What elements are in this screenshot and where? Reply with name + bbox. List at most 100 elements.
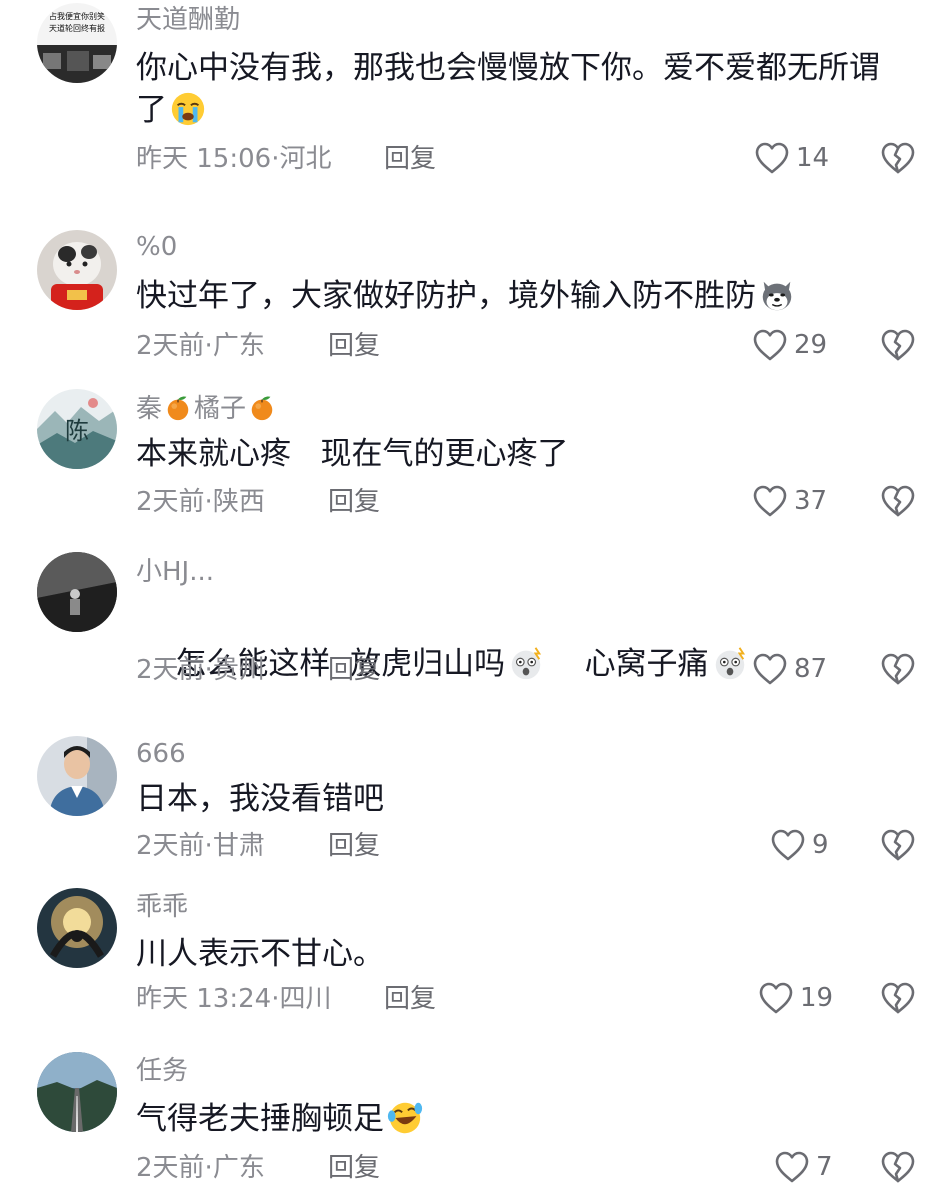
avatar[interactable]: [37, 230, 117, 310]
tangerine-emoji-icon: [164, 394, 192, 422]
husky-dog-emoji-icon: [762, 281, 792, 310]
comment-location: 陕西: [212, 487, 265, 517]
username-part-b: 橘子: [194, 394, 247, 424]
comment-text: 气得老夫捶胸顿足: [136, 1097, 424, 1141]
broken-heart-icon[interactable]: [880, 828, 916, 862]
comment-location: 广东: [212, 331, 265, 361]
username[interactable]: 666: [136, 738, 186, 770]
comment-text-continued: 了: [136, 88, 207, 132]
comment-text: 川人表示不甘心。: [136, 936, 384, 972]
broken-heart-icon[interactable]: [880, 1150, 916, 1184]
comment-meta: 2天前·甘肃: [136, 830, 265, 862]
avatar-caption-line2: 天道轮回终有报: [49, 23, 105, 33]
loudly-crying-emoji-icon: [171, 92, 205, 125]
heart-outline-icon: [770, 828, 806, 862]
like-button[interactable]: 29: [752, 328, 827, 362]
username[interactable]: 小HJ...: [136, 556, 214, 588]
comment-location: 贵州: [212, 655, 265, 685]
heart-outline-icon: [752, 484, 788, 518]
like-button[interactable]: 7: [774, 1150, 833, 1184]
like-button[interactable]: 14: [754, 141, 829, 175]
comment-time: 昨天 15:06: [136, 144, 272, 174]
like-count: 87: [794, 654, 828, 684]
comment-time: 2天前: [136, 1153, 205, 1183]
comment-meta: 2天前·广东: [136, 1152, 265, 1184]
avatar[interactable]: [37, 736, 117, 816]
comment-meta: 昨天 15:06·河北: [136, 143, 331, 175]
like-count: 14: [796, 143, 830, 173]
avatar[interactable]: [37, 1052, 117, 1132]
comment-text-line2: 了: [136, 92, 167, 128]
username[interactable]: %0: [136, 231, 177, 263]
meta-separator: ·: [204, 1153, 213, 1183]
meta-separator: ·: [204, 331, 213, 361]
comment-time: 2天前: [136, 655, 205, 685]
avatar-caption-line1: 占我便宜你别笑: [49, 11, 105, 21]
broken-heart-icon[interactable]: [880, 328, 916, 362]
like-button[interactable]: 19: [758, 981, 833, 1015]
reply-button[interactable]: 回复: [384, 143, 436, 175]
broken-heart-icon[interactable]: [880, 141, 916, 175]
broken-heart-icon[interactable]: [880, 981, 916, 1015]
comment-location: 广东: [212, 1153, 265, 1183]
comment-location: 河北: [279, 144, 332, 174]
avatar[interactable]: [37, 552, 117, 632]
comment-text-body: 快过年了，大家做好防护，境外输入防不胜防: [136, 278, 756, 314]
laughing-tears-emoji-icon: [387, 1102, 423, 1133]
username[interactable]: 乖乖: [136, 891, 188, 923]
svg-text:陈: 陈: [65, 417, 89, 445]
comment-meta: 2天前·贵州: [136, 654, 265, 686]
like-count: 19: [800, 983, 834, 1013]
comment-meta: 昨天 13:24·四川: [136, 983, 331, 1015]
comment-text: 本来就心疼 现在气的更心疼了: [136, 436, 569, 472]
comment-text-line1: 你心中没有我，那我也会慢慢放下你。爱不爱都无所谓: [136, 50, 880, 86]
shocked-face-emoji-icon: [511, 646, 542, 679]
comment-location: 四川: [279, 984, 332, 1014]
like-count: 7: [816, 1152, 833, 1182]
username-part-a: 秦: [136, 394, 163, 424]
comment-time: 2天前: [136, 831, 205, 861]
comment-text-body: 气得老夫捶胸顿足: [136, 1101, 384, 1137]
username[interactable]: 任务: [136, 1055, 188, 1087]
heart-outline-icon: [752, 328, 788, 362]
broken-heart-icon[interactable]: [880, 484, 916, 518]
comment-text: 日本，我没看错吧: [136, 781, 384, 817]
like-button[interactable]: 9: [770, 828, 829, 862]
comment-text: 快过年了，大家做好防护，境外输入防不胜防: [136, 274, 796, 318]
reply-button[interactable]: 回复: [328, 830, 380, 862]
reply-button[interactable]: 回复: [384, 983, 436, 1015]
avatar[interactable]: 陈: [37, 389, 117, 469]
comment-time: 昨天 13:24: [136, 984, 272, 1014]
comment-meta: 2天前·陕西: [136, 486, 265, 518]
comment-time: 2天前: [136, 331, 205, 361]
comment-text-part-b: 心窝子痛: [584, 646, 709, 682]
reply-button[interactable]: 回复: [328, 654, 380, 686]
heart-outline-icon: [758, 981, 794, 1015]
like-button[interactable]: 37: [752, 484, 827, 518]
heart-outline-icon: [774, 1150, 810, 1184]
tangerine-emoji-icon: [248, 394, 276, 422]
reply-button[interactable]: 回复: [328, 1152, 380, 1184]
text-gap: [545, 646, 584, 682]
username[interactable]: 秦 橘子: [136, 393, 278, 425]
heart-outline-icon: [752, 652, 788, 686]
reply-button[interactable]: 回复: [328, 486, 380, 518]
username[interactable]: 天道酬勤: [136, 4, 240, 36]
like-count: 29: [794, 330, 828, 360]
comment-location: 甘肃: [212, 831, 265, 861]
broken-heart-icon[interactable]: [880, 652, 916, 686]
shocked-face-emoji-icon: [715, 646, 745, 679]
avatar[interactable]: 占我便宜你别笑 天道轮回终有报: [37, 3, 117, 83]
comment-text: 你心中没有我，那我也会慢慢放下你。爱不爱都无所谓: [136, 46, 880, 90]
meta-separator: ·: [204, 831, 213, 861]
meta-separator: ·: [204, 655, 213, 685]
like-count: 37: [794, 486, 828, 516]
comment-meta: 2天前·广东: [136, 330, 265, 362]
avatar[interactable]: [37, 888, 117, 968]
meta-separator: ·: [204, 487, 213, 517]
like-button[interactable]: 87: [752, 652, 827, 686]
heart-outline-icon: [754, 141, 790, 175]
reply-button[interactable]: 回复: [328, 330, 380, 362]
comment-time: 2天前: [136, 487, 205, 517]
like-count: 9: [812, 830, 829, 860]
